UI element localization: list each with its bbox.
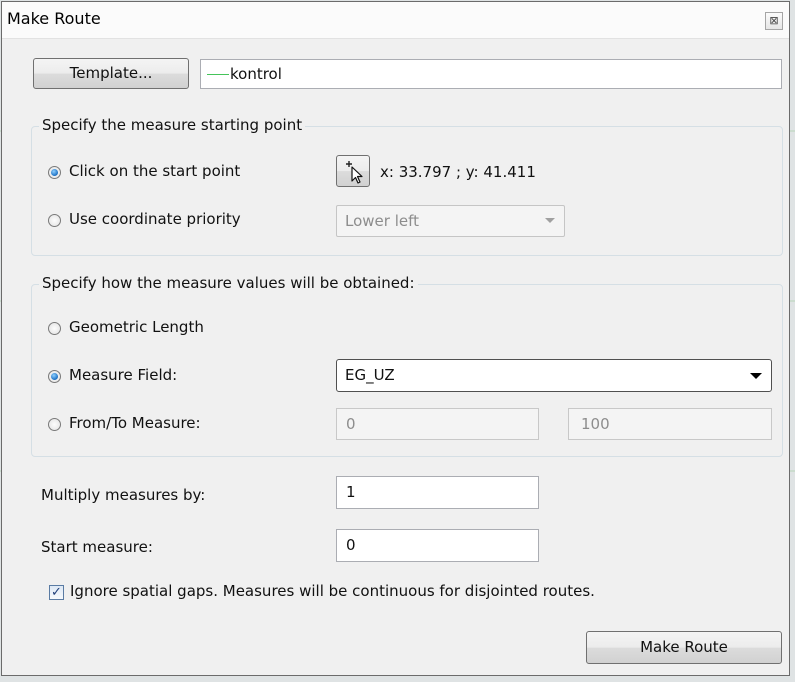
geometric-length-radio[interactable]: [48, 322, 61, 335]
dialog-title: Make Route: [7, 9, 101, 28]
coordinate-readout: x: 33.797 ; y: 41.411: [380, 163, 536, 181]
template-button[interactable]: Template...: [33, 58, 189, 89]
checkmark-icon: ✓: [51, 585, 62, 600]
coordinate-priority-label[interactable]: Use coordinate priority: [69, 210, 241, 228]
title-bar: Make Route ⊠: [2, 2, 789, 39]
multiply-label: Multiply measures by:: [41, 486, 206, 504]
template-field[interactable]: kontrol: [200, 59, 782, 89]
from-measure-value: 0: [346, 415, 356, 433]
ignore-gaps-checkbox[interactable]: ✓: [49, 585, 64, 600]
make-route-dialog: Make Route ⊠ Template... kontrol Specify…: [1, 1, 790, 676]
close-icon: ⊠: [769, 14, 779, 27]
geometric-length-label[interactable]: Geometric Length: [69, 318, 204, 336]
start-measure-value: 0: [346, 536, 356, 554]
coordinate-priority-select[interactable]: Lower left: [336, 205, 565, 237]
from-to-measure-radio[interactable]: [48, 418, 61, 431]
template-line-symbol: [207, 74, 229, 75]
click-start-point-radio[interactable]: [48, 166, 61, 179]
make-route-button-label: Make Route: [640, 638, 728, 656]
multiply-input[interactable]: 1: [336, 476, 539, 509]
measure-field-select[interactable]: EG_UZ: [336, 359, 772, 392]
measure-field-radio[interactable]: [48, 370, 61, 383]
chevron-down-icon: [750, 373, 762, 379]
template-button-label: Template...: [69, 64, 153, 82]
coordinate-priority-radio[interactable]: [48, 214, 61, 227]
close-button[interactable]: ⊠: [765, 12, 783, 30]
ignore-gaps-label[interactable]: Ignore spatial gaps. Measures will be co…: [70, 582, 595, 600]
template-name: kontrol: [230, 65, 282, 83]
chevron-down-icon: [545, 218, 555, 223]
crosshair-cursor-icon: [346, 161, 363, 184]
pick-start-point-button[interactable]: [336, 155, 370, 187]
measure-field-label[interactable]: Measure Field:: [69, 366, 177, 384]
measure-values-legend: Specify how the measure values will be o…: [39, 274, 418, 292]
start-measure-input[interactable]: 0: [336, 529, 539, 562]
to-measure-value: 100: [581, 415, 610, 433]
start-measure-label: Start measure:: [41, 538, 153, 556]
coordinate-priority-value: Lower left: [345, 212, 419, 230]
measure-field-value: EG_UZ: [345, 366, 395, 384]
from-to-measure-label[interactable]: From/To Measure:: [69, 414, 201, 432]
from-measure-input[interactable]: 0: [336, 408, 539, 440]
make-route-button[interactable]: Make Route: [586, 631, 782, 664]
to-measure-input[interactable]: 100: [568, 408, 772, 440]
start-point-legend: Specify the measure starting point: [39, 116, 306, 134]
click-start-point-label[interactable]: Click on the start point: [69, 162, 240, 180]
multiply-value: 1: [346, 483, 356, 501]
